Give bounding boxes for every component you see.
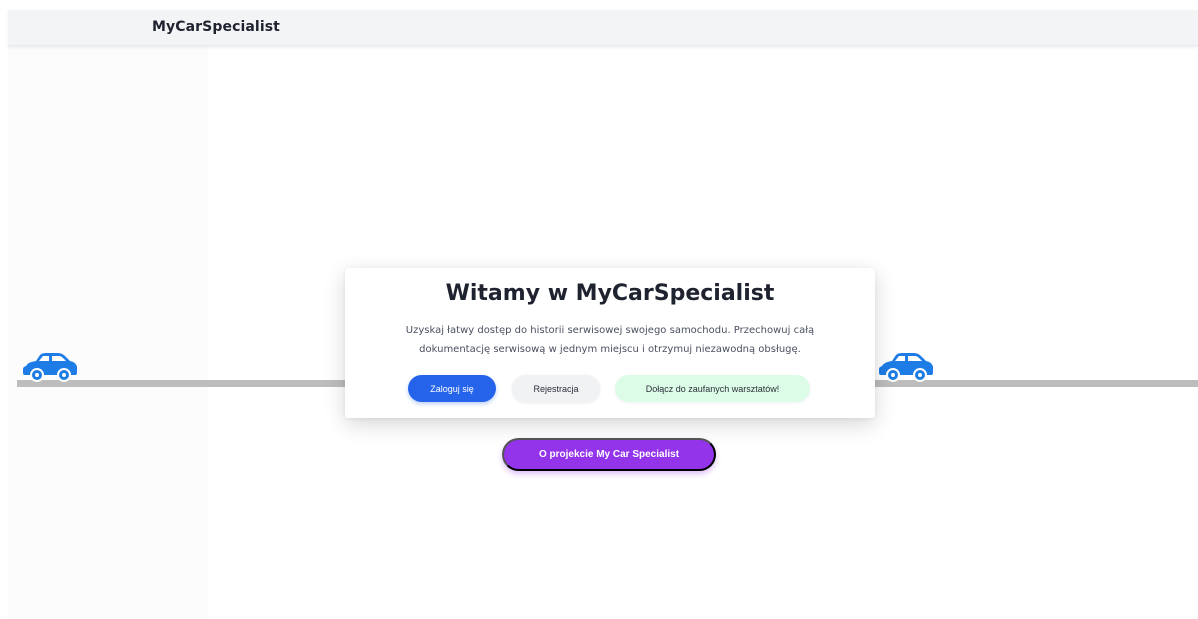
car-icon	[23, 353, 77, 382]
page: MyCarSpecialist Witamy w MyCarSpecialist…	[8, 10, 1198, 619]
navbar: MyCarSpecialist	[8, 10, 1198, 46]
brand-logo[interactable]: MyCarSpecialist	[152, 19, 280, 35]
join-workshops-button[interactable]: Dołącz do zaufanych warsztatów!	[615, 375, 810, 402]
welcome-description: Uzyskaj łatwy dostęp do historii serwiso…	[405, 325, 815, 355]
left-panel	[8, 10, 208, 619]
login-button[interactable]: Zaloguj się	[408, 375, 496, 402]
car-icon	[879, 353, 933, 382]
about-project-button[interactable]: O projekcie My Car Specialist	[502, 438, 716, 471]
page-title: Witamy w MyCarSpecialist	[445, 281, 775, 306]
welcome-card: Witamy w MyCarSpecialist Uzyskaj łatwy d…	[345, 268, 875, 418]
register-button[interactable]: Rejestracja	[512, 375, 600, 402]
